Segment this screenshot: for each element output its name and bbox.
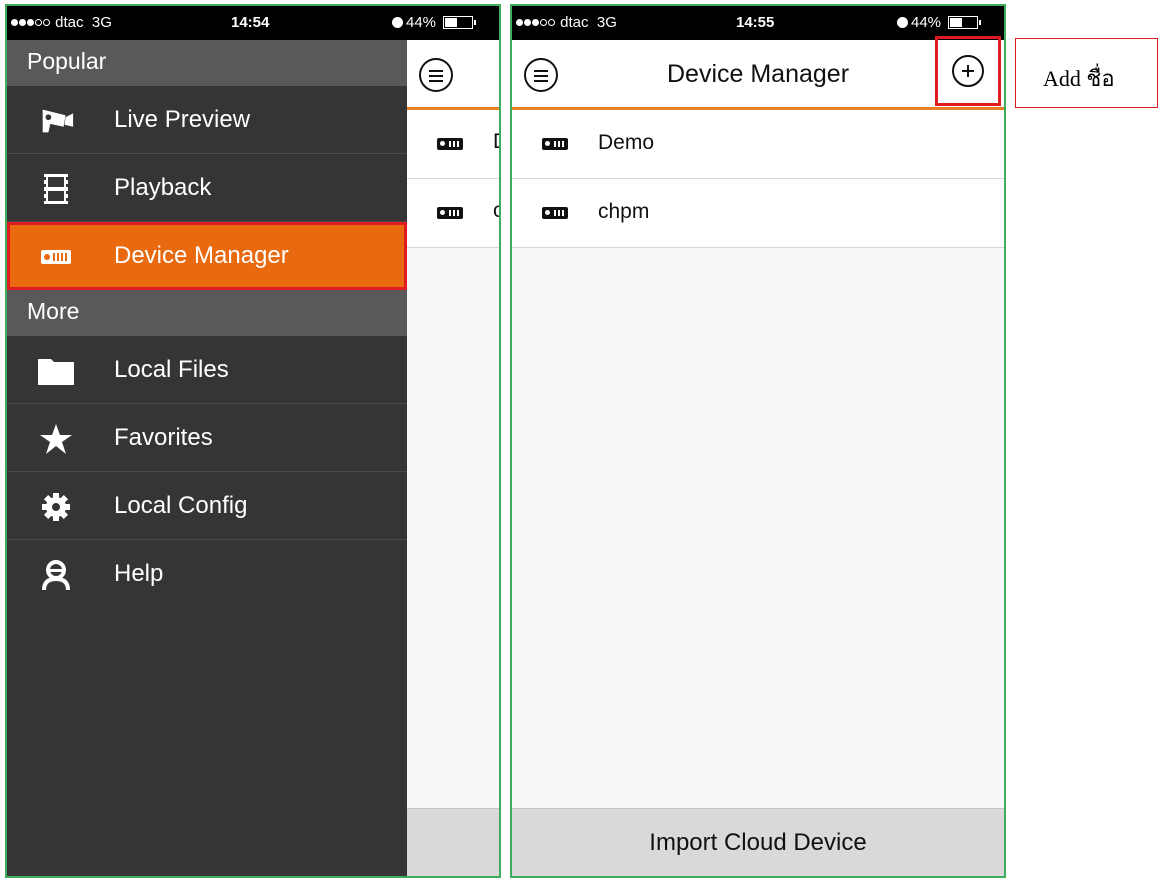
menu-item-label: Playback xyxy=(114,174,212,201)
side-menu: Popular Live Preview Playback Device Man… xyxy=(7,40,407,876)
status-bar: dtac 3G 14:55 44% xyxy=(512,6,1004,40)
menu-item-help[interactable]: Help xyxy=(7,540,407,608)
signal-dot-empty-icon xyxy=(540,19,547,26)
menu-item-label: Device Manager xyxy=(114,242,289,269)
device-name: D xyxy=(493,130,499,154)
clock: 14:54 xyxy=(231,14,270,31)
device-name: Demo xyxy=(598,131,655,154)
section-header-popular: Popular xyxy=(7,40,407,86)
device-icon xyxy=(437,138,463,150)
device-name: c xyxy=(493,199,499,223)
battery-icon xyxy=(443,16,477,29)
device-icon xyxy=(542,138,568,150)
menu-item-local-files[interactable]: Local Files xyxy=(7,336,407,404)
phone-screen-menu: dtac 3G 14:54 44% Popular Live Preview P… xyxy=(5,4,501,878)
carrier-name: dtac xyxy=(560,14,589,31)
section-header-more: More xyxy=(7,290,407,336)
battery-percent: 44% xyxy=(406,14,437,31)
status-bar: dtac 3G 14:54 44% xyxy=(7,6,499,40)
signal-dot-icon xyxy=(524,19,531,26)
menu-item-label: Favorites xyxy=(114,424,213,451)
folder-icon xyxy=(37,356,75,386)
battery-icon xyxy=(948,16,982,29)
star-icon xyxy=(37,424,75,454)
list-item[interactable]: Demo xyxy=(512,110,1004,179)
signal-dot-icon xyxy=(11,19,18,26)
signal-dot-empty-icon xyxy=(35,19,42,26)
device-icon xyxy=(37,242,75,272)
import-cloud-device-button[interactable]: Import Cloud Device xyxy=(512,808,1004,876)
network-type: 3G xyxy=(91,14,112,31)
menu-toggle-icon[interactable] xyxy=(419,58,453,92)
list-item[interactable]: D xyxy=(407,110,499,179)
phone-screen-device-manager: dtac 3G 14:55 44% Device Manager Demo ch… xyxy=(510,4,1006,878)
camera-icon xyxy=(37,106,75,136)
device-name: chpm xyxy=(598,200,650,223)
signal-dot-empty-icon xyxy=(548,19,555,26)
signal-dot-icon xyxy=(516,19,523,26)
add-button-highlight xyxy=(935,36,1001,106)
menu-item-favorites[interactable]: Favorites xyxy=(7,404,407,472)
menu-item-local-config[interactable]: Local Config xyxy=(7,472,407,540)
menu-item-label: Local Files xyxy=(114,356,229,383)
footer-bar[interactable] xyxy=(407,808,499,876)
menu-item-label: Live Preview xyxy=(114,106,251,133)
battery-info: 44% xyxy=(897,14,982,31)
menu-item-live-preview[interactable]: Live Preview xyxy=(7,86,407,154)
battery-percent: 44% xyxy=(911,14,942,31)
menu-item-label: Help xyxy=(114,560,164,587)
carrier-name: dtac xyxy=(55,14,84,31)
network-type: 3G xyxy=(596,14,617,31)
device-manager-screen: Device Manager Demo chpm Import Cloud De… xyxy=(512,36,1004,876)
menu-item-playback[interactable]: Playback xyxy=(7,154,407,222)
menu-item-device-manager[interactable]: Device Manager xyxy=(7,222,407,290)
carrier-info: dtac 3G xyxy=(11,14,112,31)
signal-dot-icon xyxy=(19,19,26,26)
alarm-icon xyxy=(897,17,908,28)
signal-dot-empty-icon xyxy=(43,19,50,26)
nav-bar: Device Manager xyxy=(512,36,1004,110)
film-icon xyxy=(37,174,75,204)
list-item[interactable]: chpm xyxy=(512,179,1004,248)
alarm-icon xyxy=(392,17,403,28)
clock: 14:55 xyxy=(736,14,775,31)
annotation-callout: Add ชื่อ xyxy=(1015,38,1158,108)
menu-item-label: Local Config xyxy=(114,492,248,519)
peek-header xyxy=(407,40,499,110)
gear-icon xyxy=(37,492,75,522)
battery-info: 44% xyxy=(392,14,477,31)
add-device-icon[interactable] xyxy=(952,55,984,87)
underlying-screen-peek[interactable]: D c xyxy=(407,40,499,876)
device-icon xyxy=(542,207,568,219)
page-title: Device Manager xyxy=(666,60,850,88)
carrier-info: dtac 3G xyxy=(516,14,617,31)
list-item[interactable]: c xyxy=(407,179,499,248)
device-icon xyxy=(437,207,463,219)
signal-dot-icon xyxy=(532,19,539,26)
signal-dot-icon xyxy=(27,19,34,26)
person-icon xyxy=(37,560,75,590)
